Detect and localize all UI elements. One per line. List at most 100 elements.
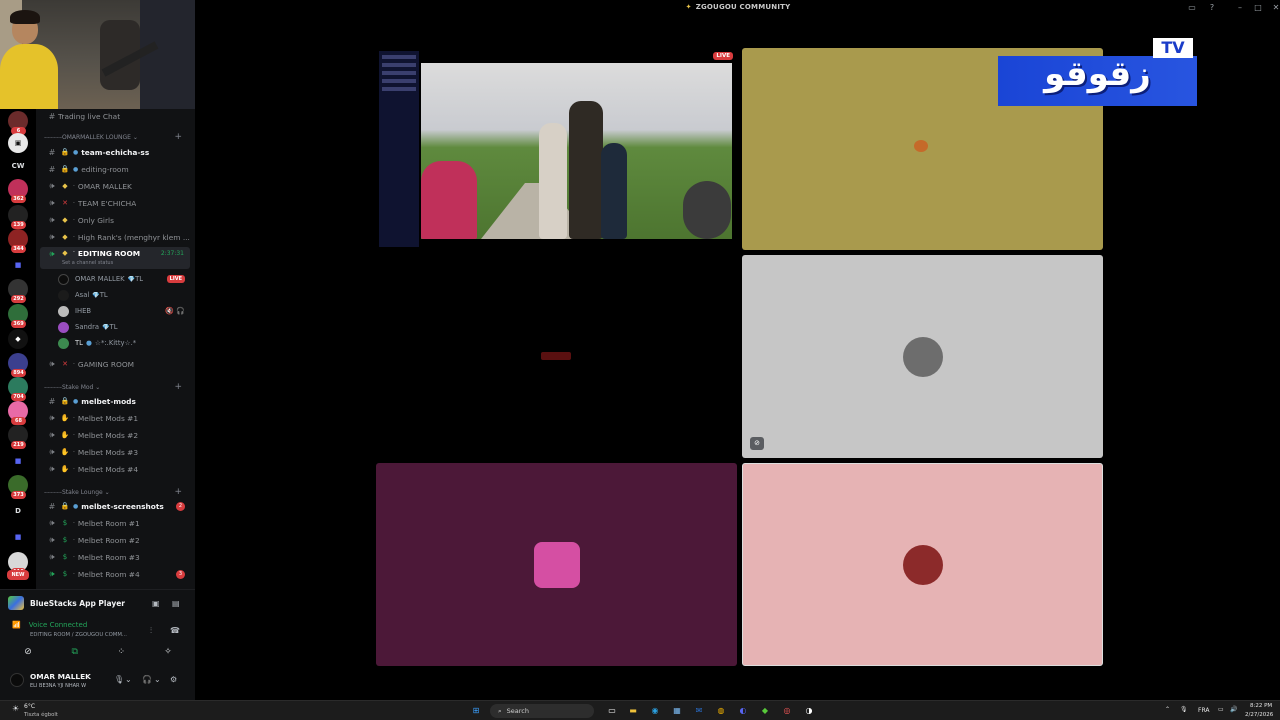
obs-icon[interactable]: ◑ (803, 705, 815, 717)
participant-tile[interactable] (742, 463, 1103, 666)
activities-icon[interactable]: ⁘ (101, 644, 141, 660)
chrome-icon[interactable]: ◍ (715, 705, 727, 717)
channel-item[interactable]: # 🔒 ● melbet-screenshots 2 (36, 499, 195, 513)
avatar[interactable] (10, 673, 24, 687)
voice-channel-item[interactable]: 🕪 $ · Melbet Room #2 (36, 533, 195, 547)
discord-icon[interactable]: ◐ (737, 705, 749, 717)
language-indicator[interactable]: FRA (1198, 707, 1209, 714)
voice-channel-item[interactable]: 🕪 ◆ · Only Girls (36, 213, 195, 227)
microphone-icon[interactable]: 🎙 (114, 675, 124, 684)
soundboard-icon[interactable]: ✧ (148, 644, 188, 660)
overlay-icon[interactable]: ▤ (172, 599, 180, 608)
voice-channel-item[interactable]: 🕪 ✕ · TEAM E'CHICHA (36, 196, 195, 210)
server-d[interactable]: D (8, 501, 28, 521)
category-header[interactable]: –––––– OMARMALLEK LOUNGE ⌄ + (44, 131, 194, 143)
add-channel-icon[interactable]: + (174, 382, 182, 392)
channel-item[interactable]: # 🔒 ● melbet-mods (36, 394, 195, 408)
voice-connected-label[interactable]: Voice Connected (29, 621, 88, 629)
clock-time[interactable]: 8:22 PM (1250, 703, 1272, 709)
participant-tile[interactable] (376, 463, 737, 666)
network-icon[interactable]: ▭ (1218, 706, 1224, 713)
participant-tile[interactable]: ⊘ (742, 255, 1103, 458)
server-icon[interactable]: 68 (8, 401, 28, 425)
channel-item[interactable]: # 🔒 ● editing-room (36, 162, 195, 176)
channel-status[interactable]: Set a channel status (62, 260, 113, 266)
user-name[interactable]: OMAR MALLEK (30, 672, 91, 681)
clock-date[interactable]: 2/27/2026 (1245, 712, 1273, 718)
speaker-icon: 🕪 (49, 518, 55, 527)
server-icon[interactable]: 6 (8, 111, 28, 135)
voice-user[interactable]: Sandra 💎 TL (36, 319, 195, 335)
headphones-icon[interactable]: 🎧 (142, 675, 152, 684)
volume-icon[interactable]: 🔊 (1230, 706, 1237, 713)
channel-trading[interactable]: # Trading live Chat (36, 109, 195, 123)
chevron-up-icon[interactable]: ⌃ (1165, 706, 1170, 713)
server-icon[interactable]: 369 (8, 304, 28, 328)
folder-icon[interactable]: ■ (8, 527, 28, 547)
add-channel-icon[interactable]: + (174, 132, 182, 142)
voice-channel-item[interactable]: 🕪 ◆ · OMAR MALLEK (36, 179, 195, 193)
store-icon[interactable]: ▦ (671, 705, 683, 717)
start-button[interactable]: ⊞ (470, 705, 482, 717)
server-icon[interactable]: 362 (8, 179, 28, 203)
voice-user[interactable]: TL ● ☆*:.Kitty☆.* (36, 335, 195, 351)
voice-channel-item[interactable]: 🕪 $ · Melbet Room #4 3 (36, 567, 195, 581)
microphone-icon[interactable]: 🎙 (1180, 706, 1188, 713)
inbox-icon[interactable]: ▭ (1186, 2, 1198, 14)
server-icon[interactable]: 344 (8, 229, 28, 253)
app-icon[interactable]: ◎ (781, 705, 793, 717)
chevron-down-icon[interactable]: ⌄ (125, 675, 132, 684)
disconnect-icon[interactable]: ☎ (170, 626, 180, 635)
channel-item[interactable]: # 🔒 ● team-echicha-ss (36, 145, 195, 159)
camera-off-icon[interactable]: ⊘ (8, 644, 48, 660)
mail-icon[interactable]: ✉ (693, 705, 705, 717)
maximize-button[interactable]: □ (1252, 2, 1264, 14)
stream-mini-sidebar (379, 51, 419, 247)
server-icon[interactable]: 139 (8, 205, 28, 229)
server-icon[interactable]: 116 (8, 552, 28, 576)
voice-channel-item[interactable]: 🕪 ✋ · Melbet Mods #3 (36, 445, 195, 459)
server-icon[interactable]: ▣ (8, 133, 28, 153)
game-icon[interactable]: ▣ (152, 599, 160, 608)
voice-channel-selected[interactable]: 🕪 ◆ · EDITING ROOM 2:37:31 Set a channel st… (40, 247, 190, 269)
unread-badge: 3 (176, 569, 185, 579)
search-box[interactable]: ⌕ Search (490, 704, 594, 718)
server-cw[interactable]: CW (8, 156, 28, 176)
voice-channel-item[interactable]: 🕪 ✕ · GAMING ROOM (36, 357, 195, 371)
chevron-down-icon[interactable]: ⌄ (154, 675, 161, 684)
voice-user[interactable]: IHEB 🔇 🎧 (36, 303, 195, 319)
voice-channel-item[interactable]: 🕪 $ · Melbet Room #3 (36, 550, 195, 564)
category-header[interactable]: –––––– Stake Lounge ⌄ + (44, 486, 194, 498)
bluestacks-icon[interactable]: ◆ (759, 705, 771, 717)
voice-channel-item[interactable]: 🕪 ✋ · Melbet Mods #1 (36, 411, 195, 425)
file-explorer-icon[interactable]: ▬ (627, 705, 639, 717)
folder-icon[interactable]: ■ (8, 451, 28, 471)
voice-user[interactable]: OMAR MALLEK 💎 TL LIVE (36, 271, 195, 287)
screen-share-icon[interactable]: ⧉ (55, 644, 95, 660)
server-icon[interactable]: 292 (8, 279, 28, 303)
server-icon[interactable]: 894 (8, 353, 28, 377)
noise-suppression-icon[interactable]: ⫶ (150, 626, 152, 636)
settings-gear-icon[interactable]: ⚙ (170, 675, 177, 684)
server-icon[interactable]: 219 (8, 425, 28, 449)
add-channel-icon[interactable]: + (174, 487, 182, 497)
voice-channel-item[interactable]: 🕪 ✋ · Melbet Mods #2 (36, 428, 195, 442)
activity-status[interactable]: BlueStacks App Player ▣ ▤ (8, 594, 188, 612)
help-icon[interactable]: ? (1206, 2, 1218, 14)
participant-tile[interactable] (376, 255, 737, 458)
weather-temp[interactable]: 6°C (24, 703, 35, 710)
server-icon[interactable]: 704 (8, 377, 28, 401)
category-header[interactable]: –––––– Stake Mod ⌄ + (44, 381, 194, 393)
minimize-button[interactable]: – (1234, 2, 1246, 14)
voice-channel-item[interactable]: 🕪 ◆ · High Rank's (menghyr klem ... (36, 230, 195, 244)
voice-user[interactable]: Asal 💎 TL (36, 287, 195, 303)
edge-icon[interactable]: ◉ (649, 705, 661, 717)
voice-channel-item[interactable]: 🕪 $ · Melbet Room #1 (36, 516, 195, 530)
server-icon[interactable]: 373 (8, 475, 28, 499)
task-view-icon[interactable]: ▭ (606, 705, 618, 717)
voice-channel-item[interactable]: 🕪 ✋ · Melbet Mods #4 (36, 462, 195, 476)
stream-tile[interactable]: LIVE (376, 48, 737, 250)
folder-icon[interactable]: ■ (8, 255, 28, 275)
close-button[interactable]: ✕ (1270, 2, 1280, 14)
server-icon[interactable]: ◆ (8, 329, 28, 349)
